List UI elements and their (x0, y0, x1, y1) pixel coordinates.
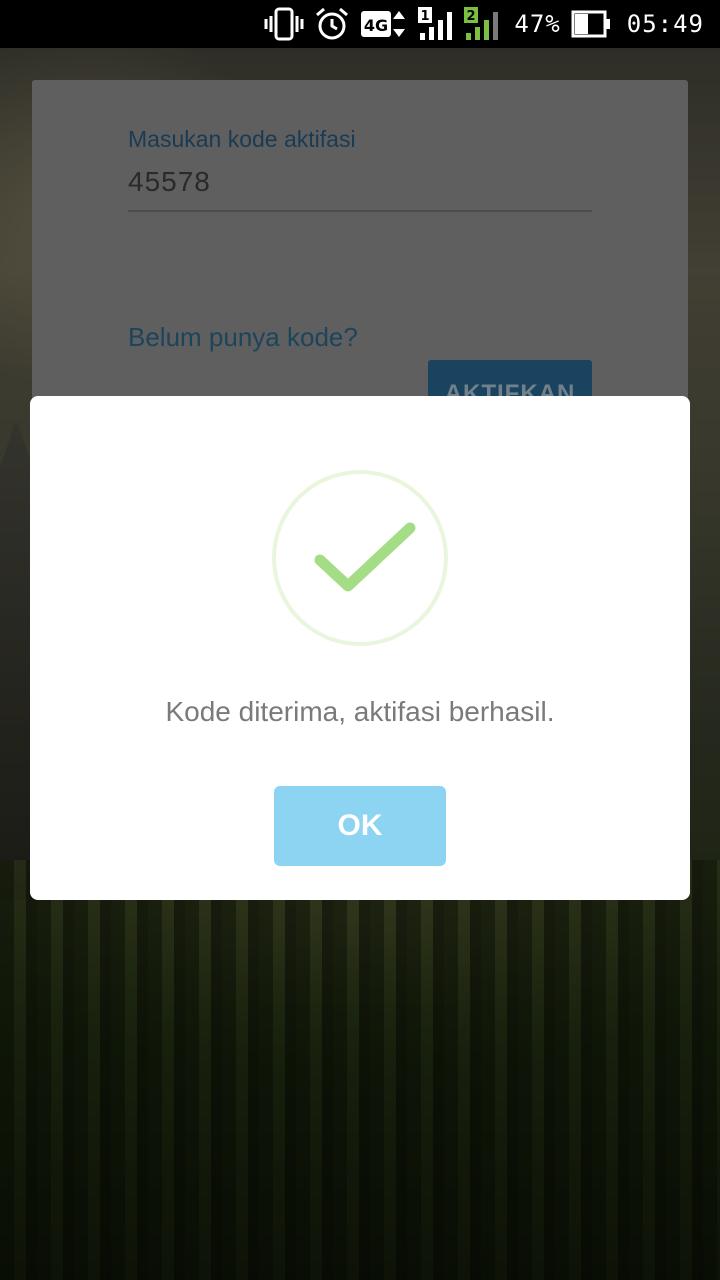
dialog-message: Kode diterima, aktifasi berhasil. (165, 696, 555, 727)
success-check-icon (272, 470, 448, 646)
status-bar: 4G 1 2 47% 05:49 (0, 0, 720, 48)
success-dialog: Kode diterima, aktifasi berhasil. OK (30, 396, 690, 900)
alarm-icon (314, 7, 350, 41)
signal-sim2-icon: 2 (464, 7, 500, 41)
svg-text:1: 1 (421, 9, 430, 24)
vibrate-icon (264, 7, 304, 41)
network-4g-icon: 4G (360, 7, 408, 41)
battery-percent: 47% (514, 10, 561, 38)
clock: 05:49 (626, 10, 704, 38)
svg-text:2: 2 (467, 9, 476, 24)
svg-text:4G: 4G (364, 16, 388, 35)
ok-button[interactable]: OK (274, 786, 446, 866)
battery-icon (571, 7, 611, 41)
signal-sim1-icon: 1 (418, 7, 454, 41)
